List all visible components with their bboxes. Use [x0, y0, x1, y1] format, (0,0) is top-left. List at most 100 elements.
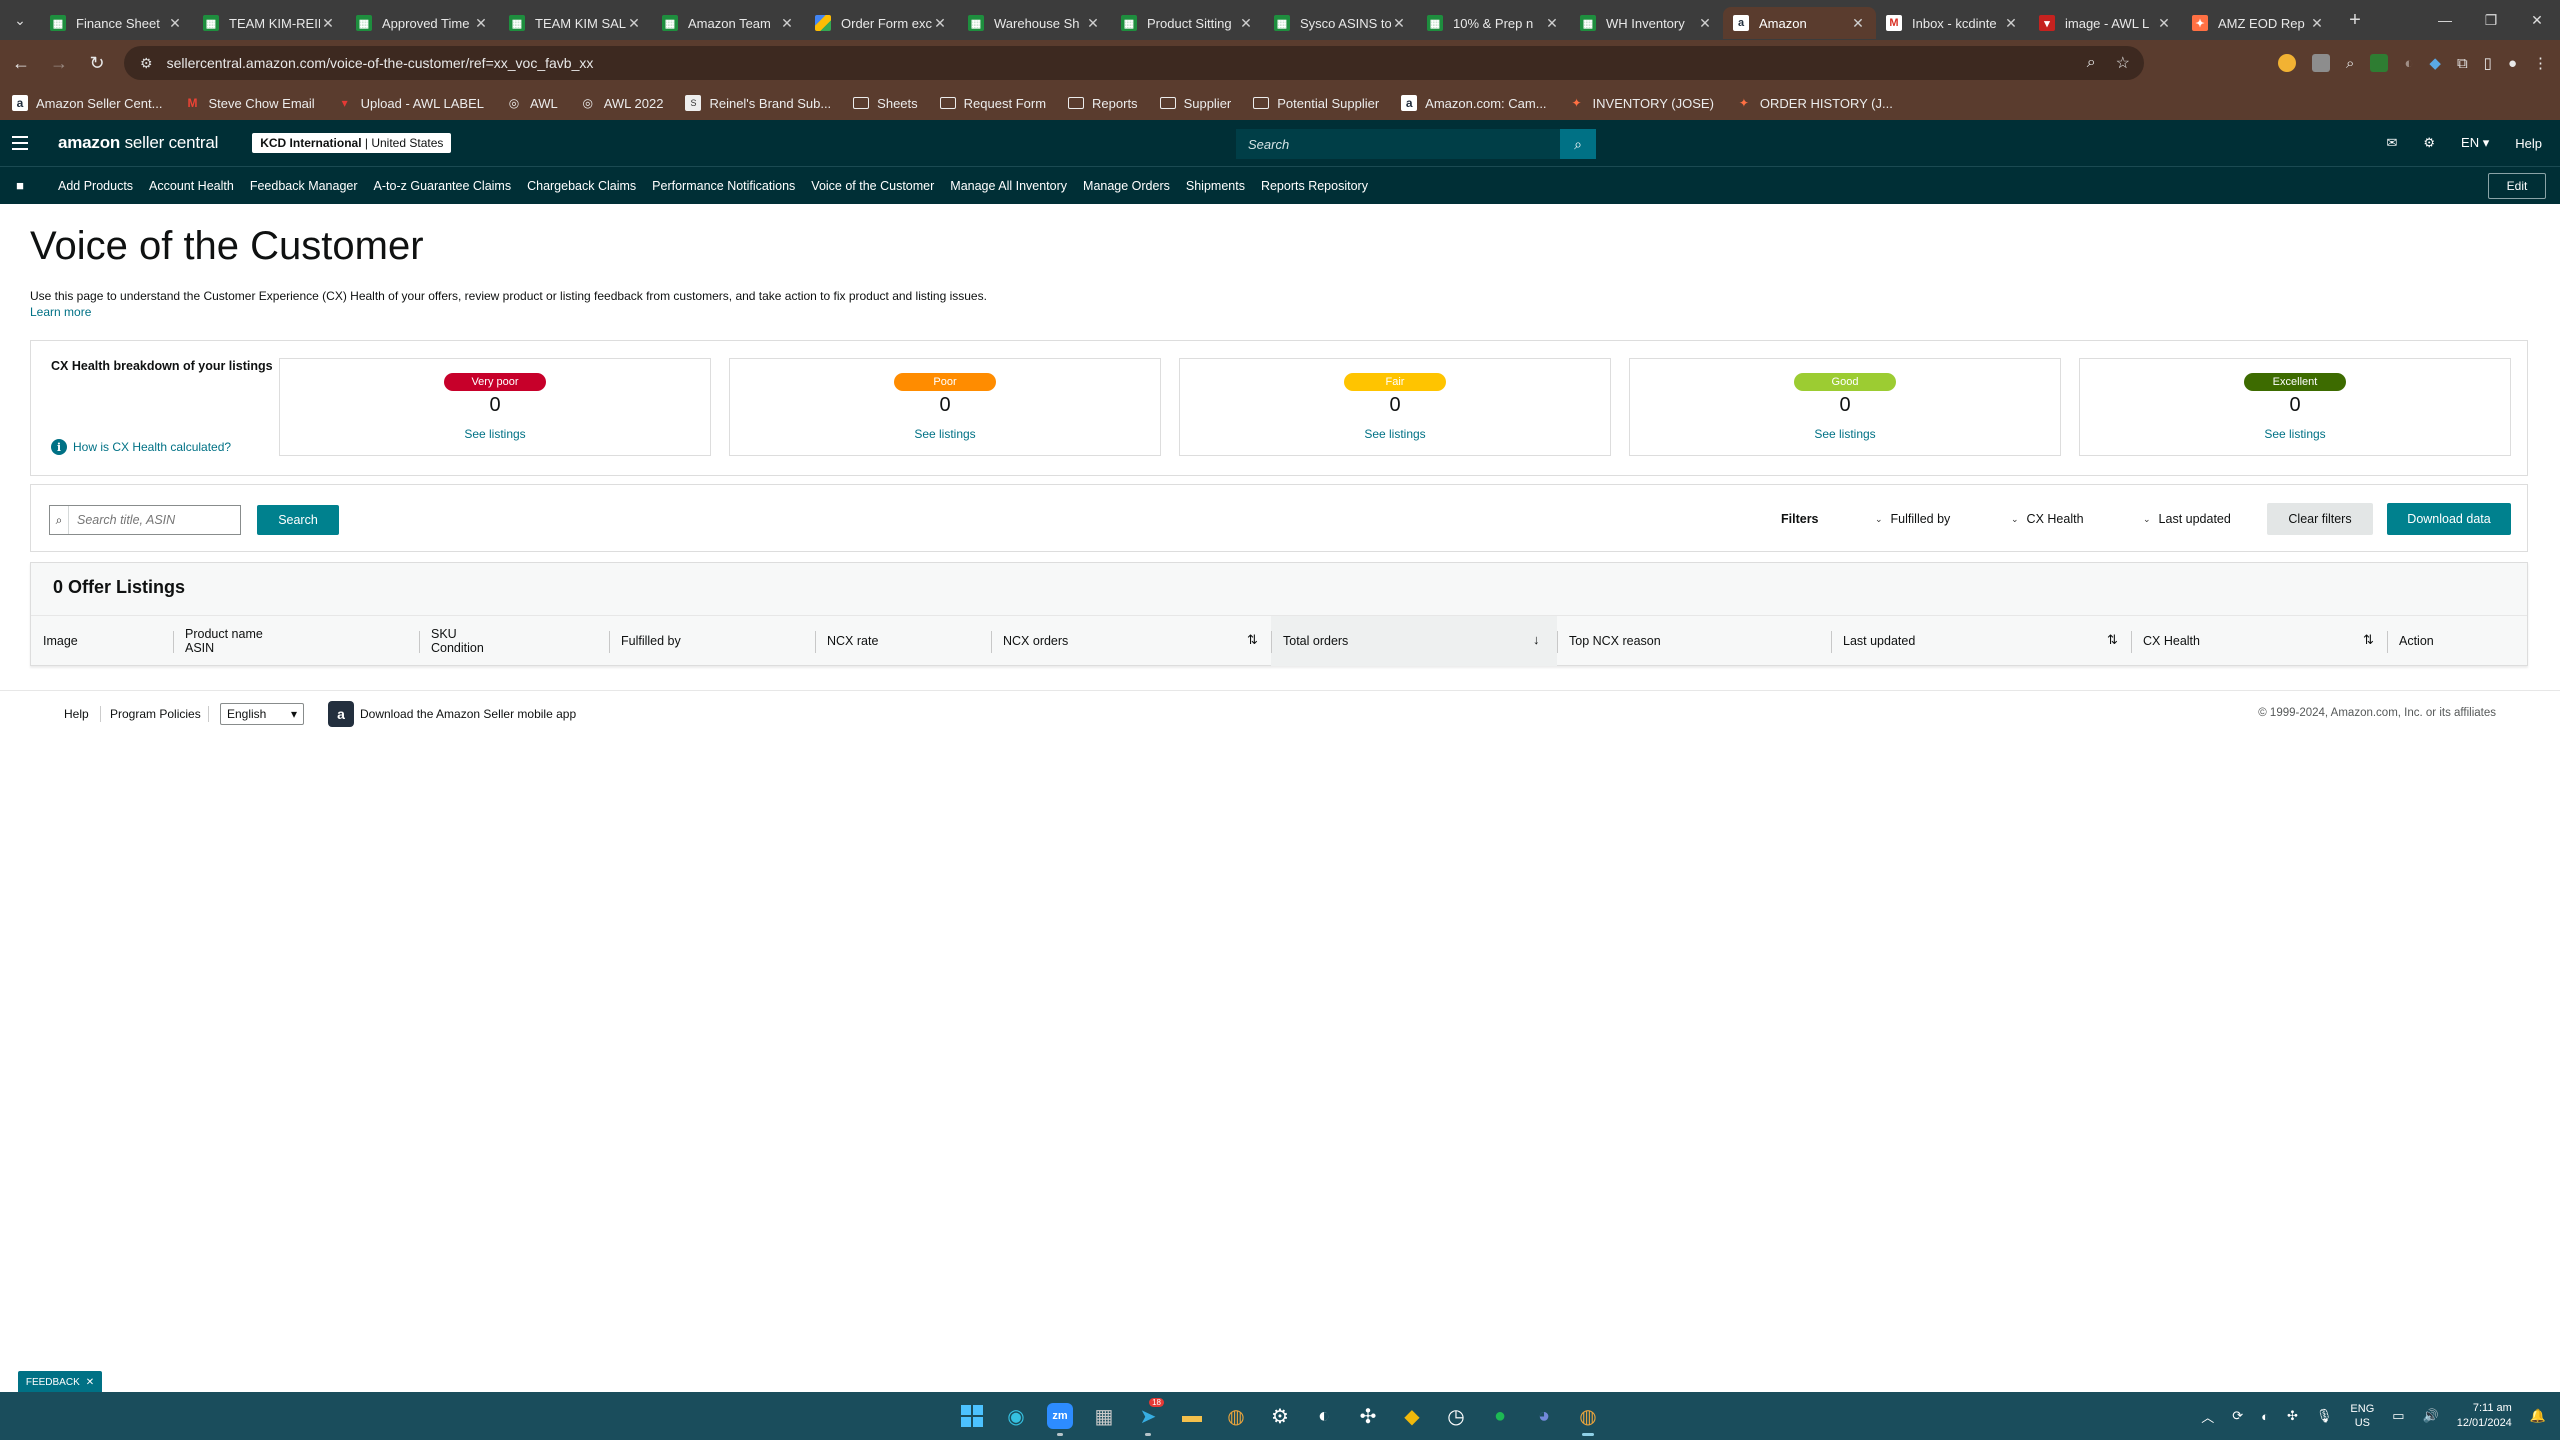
bookmark-steve-chow[interactable]: M Steve Chow Email: [184, 95, 314, 111]
extension-icon[interactable]: [2311, 54, 2330, 72]
cx-health-how-link[interactable]: i How is CX Health calculated?: [51, 439, 231, 455]
bookmark-star-icon[interactable]: ☆: [2116, 53, 2130, 73]
col-fulfilled-by[interactable]: Fulfilled by: [609, 616, 815, 666]
zoom-icon[interactable]: zm: [1044, 1398, 1076, 1436]
close-icon[interactable]: ✕: [167, 15, 183, 32]
back-icon[interactable]: ←: [4, 46, 38, 80]
bookmark-awl[interactable]: ◎ AWL: [506, 95, 558, 111]
language-selector[interactable]: EN ▾: [2461, 135, 2489, 151]
close-icon[interactable]: ✕: [1850, 15, 1866, 32]
cx-health-filter[interactable]: ⌄ CX Health: [2011, 512, 2084, 526]
address-bar[interactable]: ⚙ sellercentral.amazon.com/voice-of-the-…: [124, 46, 2144, 80]
discord-icon[interactable]: ◕: [1528, 1398, 1560, 1434]
bookmark-folder-sheets[interactable]: Sheets: [853, 96, 918, 111]
gear-icon[interactable]: ⚙: [2423, 135, 2435, 151]
col-total-orders[interactable]: Total orders ↓: [1271, 616, 1557, 666]
see-listings-link[interactable]: See listings: [730, 427, 1160, 441]
volume-icon[interactable]: 🔊: [2423, 1408, 2439, 1424]
bookmark-icon[interactable]: ■: [0, 178, 40, 193]
language-indicator[interactable]: ENG US: [2350, 1402, 2374, 1430]
tab-amazon-team[interactable]: ▦ Amazon Team ✕: [652, 7, 805, 39]
close-icon[interactable]: ✕: [626, 15, 642, 32]
profile-icon[interactable]: ●: [2508, 55, 2517, 72]
col-product-name[interactable]: Product name ASIN: [173, 616, 419, 666]
url-text[interactable]: sellercentral.amazon.com/voice-of-the-cu…: [167, 55, 594, 71]
sort-descending-icon[interactable]: ↓: [1533, 632, 1540, 647]
tab-finance-sheet[interactable]: ▦ Finance Sheet ✕: [40, 7, 193, 39]
forward-icon[interactable]: →: [42, 46, 76, 80]
steam-icon[interactable]: ⚙: [1264, 1398, 1296, 1434]
close-icon[interactable]: ✕: [779, 15, 795, 32]
nav-voice-of-the-customer[interactable]: Voice of the Customer: [811, 179, 934, 193]
account-switcher[interactable]: KCD International | United States: [252, 133, 452, 153]
extension-icon[interactable]: ◐: [2404, 55, 2413, 72]
close-icon[interactable]: ✕: [320, 15, 336, 32]
new-tab-button[interactable]: +: [2339, 4, 2371, 36]
see-listings-link[interactable]: See listings: [1630, 427, 2060, 441]
nav-reports-repository[interactable]: Reports Repository: [1261, 179, 1368, 193]
tab-wh-inventory[interactable]: ▦ WH Inventory ✕: [1570, 7, 1723, 39]
restore-icon[interactable]: ❐: [2468, 0, 2514, 40]
bookmark-folder-supplier[interactable]: Supplier: [1159, 96, 1231, 111]
app-icon[interactable]: ✣: [1352, 1398, 1384, 1434]
puzzle-icon[interactable]: ⧉: [2457, 55, 2468, 72]
chrome-icon[interactable]: ◍: [1220, 1398, 1252, 1434]
tab-warehouse[interactable]: ▦ Warehouse Sh ✕: [958, 7, 1111, 39]
chrome-active-icon[interactable]: ◍: [1572, 1398, 1604, 1436]
tab-order-form[interactable]: Order Form exc ✕: [805, 7, 958, 39]
notification-bell-icon[interactable]: 🔔: [2530, 1408, 2546, 1424]
close-icon[interactable]: ✕: [1544, 15, 1560, 32]
microphone-icon[interactable]: 🎙: [2316, 1408, 2333, 1424]
app-icon[interactable]: ◷: [1440, 1398, 1472, 1434]
minimize-icon[interactable]: —: [2422, 0, 2468, 40]
col-last-updated[interactable]: Last updated ⇅: [1831, 616, 2131, 666]
search-button[interactable]: Search: [257, 505, 339, 535]
close-icon[interactable]: ✕: [2309, 15, 2325, 32]
tab-image-awl[interactable]: ▾ image - AWL L ✕: [2029, 7, 2182, 39]
nav-manage-orders[interactable]: Manage Orders: [1083, 179, 1170, 193]
close-icon[interactable]: ✕: [86, 1377, 94, 1388]
network-icon[interactable]: ▭: [2392, 1408, 2404, 1424]
close-icon[interactable]: ✕: [2003, 15, 2019, 32]
bookmark-folder-request[interactable]: Request Form: [939, 96, 1046, 111]
col-ncx-rate[interactable]: NCX rate: [815, 616, 991, 666]
bookmark-folder-potential-supplier[interactable]: Potential Supplier: [1253, 96, 1379, 111]
edge-icon[interactable]: ◉: [1000, 1398, 1032, 1434]
extension-icon[interactable]: [2277, 54, 2296, 72]
col-ncx-orders[interactable]: NCX orders ⇅: [991, 616, 1271, 666]
col-top-ncx-reason[interactable]: Top NCX reason: [1557, 616, 1831, 666]
calculator-icon[interactable]: ▦: [1088, 1398, 1120, 1434]
zoom-icon[interactable]: ⌕: [2087, 54, 2096, 72]
binance-icon[interactable]: ◆: [1396, 1398, 1428, 1434]
nav-account-health[interactable]: Account Health: [149, 179, 234, 193]
learn-more-link[interactable]: Learn more: [30, 305, 91, 319]
close-window-icon[interactable]: ✕: [2514, 0, 2560, 40]
tab-approved-time[interactable]: ▦ Approved Time ✕: [346, 7, 499, 39]
extension-icon[interactable]: [2370, 54, 2389, 72]
tab-team-kim-rein[interactable]: ▦ TEAM KIM-REIN ✕: [193, 7, 346, 39]
close-icon[interactable]: ✕: [932, 15, 948, 32]
mail-icon[interactable]: ✉: [2386, 135, 2397, 151]
extension-icon[interactable]: ◆: [2429, 54, 2441, 72]
close-icon[interactable]: ✕: [1697, 15, 1713, 32]
side-panel-icon[interactable]: ▯: [2484, 54, 2492, 72]
tab-inbox[interactable]: M Inbox - kcdinte ✕: [1876, 7, 2029, 39]
footer-language-select[interactable]: English ▾: [220, 703, 304, 725]
chevron-up-icon[interactable]: ︿: [2201, 1407, 2214, 1426]
app-tray-icon[interactable]: ✣: [2287, 1408, 2298, 1424]
bookmark-amazon-com[interactable]: a Amazon.com: Cam...: [1401, 95, 1547, 111]
bookmark-inventory-jose[interactable]: ✦ INVENTORY (JOSE): [1569, 95, 1714, 111]
bookmark-reinel[interactable]: S Reinel's Brand Sub...: [685, 95, 831, 111]
close-icon[interactable]: ✕: [1085, 15, 1101, 32]
search-icon[interactable]: ⌕: [1560, 129, 1596, 159]
close-icon[interactable]: ✕: [1391, 15, 1407, 32]
reload-icon[interactable]: ↻: [80, 46, 114, 80]
tab-amz-eod[interactable]: ✦ AMZ EOD Rep ✕: [2182, 7, 2335, 39]
nav-shipments[interactable]: Shipments: [1186, 179, 1245, 193]
menu-icon[interactable]: ⋮: [2533, 54, 2548, 72]
close-icon[interactable]: ✕: [2156, 15, 2172, 32]
bookmark-amazon-seller[interactable]: a Amazon Seller Cent...: [12, 95, 162, 111]
telegram-icon[interactable]: ➤ 18: [1132, 1398, 1164, 1436]
sort-icon[interactable]: ⇅: [2363, 632, 2374, 648]
bookmark-awl-2022[interactable]: ◎ AWL 2022: [580, 95, 663, 111]
